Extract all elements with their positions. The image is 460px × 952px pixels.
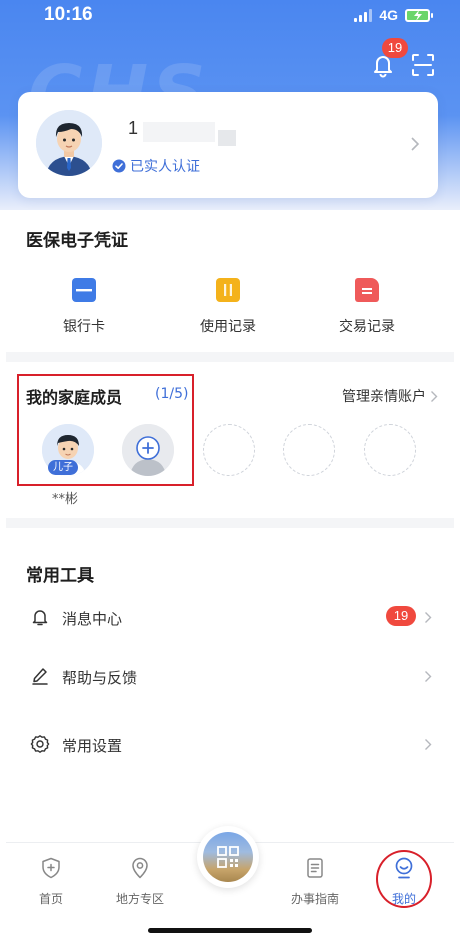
status-bar: 10:16 4G: [0, 0, 460, 36]
empty-member-slot: [283, 424, 335, 476]
tab-service-guide[interactable]: 办事指南: [280, 856, 350, 907]
transaction-record-button[interactable]: 交易记录: [312, 278, 422, 336]
user-name: 1: [128, 118, 139, 138]
chevron-right-icon: [425, 612, 432, 623]
mine-tab-highlight-circle: [376, 850, 432, 908]
settings-label: 常用设置: [62, 737, 123, 755]
manage-family-label: 管理亲情账户: [342, 389, 426, 405]
male-avatar-icon: [36, 110, 102, 176]
section-divider: [6, 352, 454, 362]
tab-home[interactable]: 首页: [16, 856, 86, 907]
usage-record-label: 使用记录: [200, 319, 256, 335]
manage-family-account-link[interactable]: 管理亲情账户: [342, 386, 438, 406]
location-pin-icon: [132, 857, 148, 879]
chevron-right-icon: [425, 671, 432, 682]
usage-record-button[interactable]: 使用记录: [173, 278, 283, 336]
pen-icon: [32, 668, 48, 685]
chevron-right-icon: [411, 137, 420, 151]
family-count: (1/5): [155, 386, 189, 402]
settings-icon: [30, 735, 50, 753]
battery-icon: [405, 8, 433, 22]
network-type: 4G: [379, 7, 398, 23]
notification-badge: 19: [382, 38, 408, 58]
message-center-row[interactable]: 消息中心 19: [0, 598, 460, 638]
member-relation-tag: 儿子: [48, 460, 78, 475]
document-icon: [307, 858, 323, 878]
family-section-title: 我的家庭成员: [26, 388, 123, 407]
signal-icon: [354, 8, 373, 22]
shield-plus-icon: [42, 857, 60, 879]
chevron-right-icon: [431, 390, 438, 402]
member-name: **彬: [52, 492, 79, 507]
profile-card[interactable]: 1 已实人认证: [18, 92, 438, 198]
bank-card-button[interactable]: 银行卡: [29, 278, 139, 336]
bank-card-label: 银行卡: [63, 319, 105, 335]
verified-check-icon: [112, 159, 126, 173]
tab-local-zone-label: 地方专区: [115, 892, 164, 906]
bank-card-icon: [72, 278, 96, 302]
qr-code-icon: [217, 846, 239, 868]
tab-local-zone[interactable]: 地方专区: [105, 856, 175, 907]
insurance-section-title: 医保电子凭证: [26, 231, 128, 251]
transaction-record-icon: [355, 278, 379, 302]
name-redaction: [143, 122, 215, 142]
tab-service-guide-label: 办事指南: [290, 892, 339, 906]
empty-member-slot: [203, 424, 255, 476]
settings-row[interactable]: 常用设置: [0, 725, 460, 765]
qr-code-button[interactable]: [197, 826, 259, 888]
message-center-label: 消息中心: [62, 610, 123, 628]
help-feedback-label: 帮助与反馈: [62, 669, 138, 687]
verified-label: 已实人认证: [130, 159, 200, 175]
scan-icon: [412, 54, 434, 76]
chevron-right-icon: [425, 739, 432, 750]
transaction-record-label: 交易记录: [339, 319, 395, 335]
verified-status: 已实人认证: [112, 156, 200, 176]
status-indicators: 4G: [354, 7, 433, 23]
home-indicator[interactable]: [148, 928, 312, 933]
usage-record-icon: [216, 278, 240, 302]
bell-icon: [32, 610, 48, 626]
section-divider: [6, 518, 454, 528]
tab-home-label: 首页: [38, 892, 63, 906]
add-member-icon: [122, 424, 174, 476]
help-feedback-row[interactable]: 帮助与反馈: [0, 657, 460, 697]
name-redaction: [218, 130, 236, 146]
empty-member-slot: [364, 424, 416, 476]
qr-code-button-background: [203, 832, 253, 882]
tools-section-title: 常用工具: [26, 566, 94, 586]
message-count-badge: 19: [386, 606, 416, 626]
add-family-member-button[interactable]: [122, 424, 174, 476]
status-time: 10:16: [44, 4, 93, 25]
scan-button[interactable]: [410, 52, 436, 78]
avatar: [36, 110, 102, 176]
